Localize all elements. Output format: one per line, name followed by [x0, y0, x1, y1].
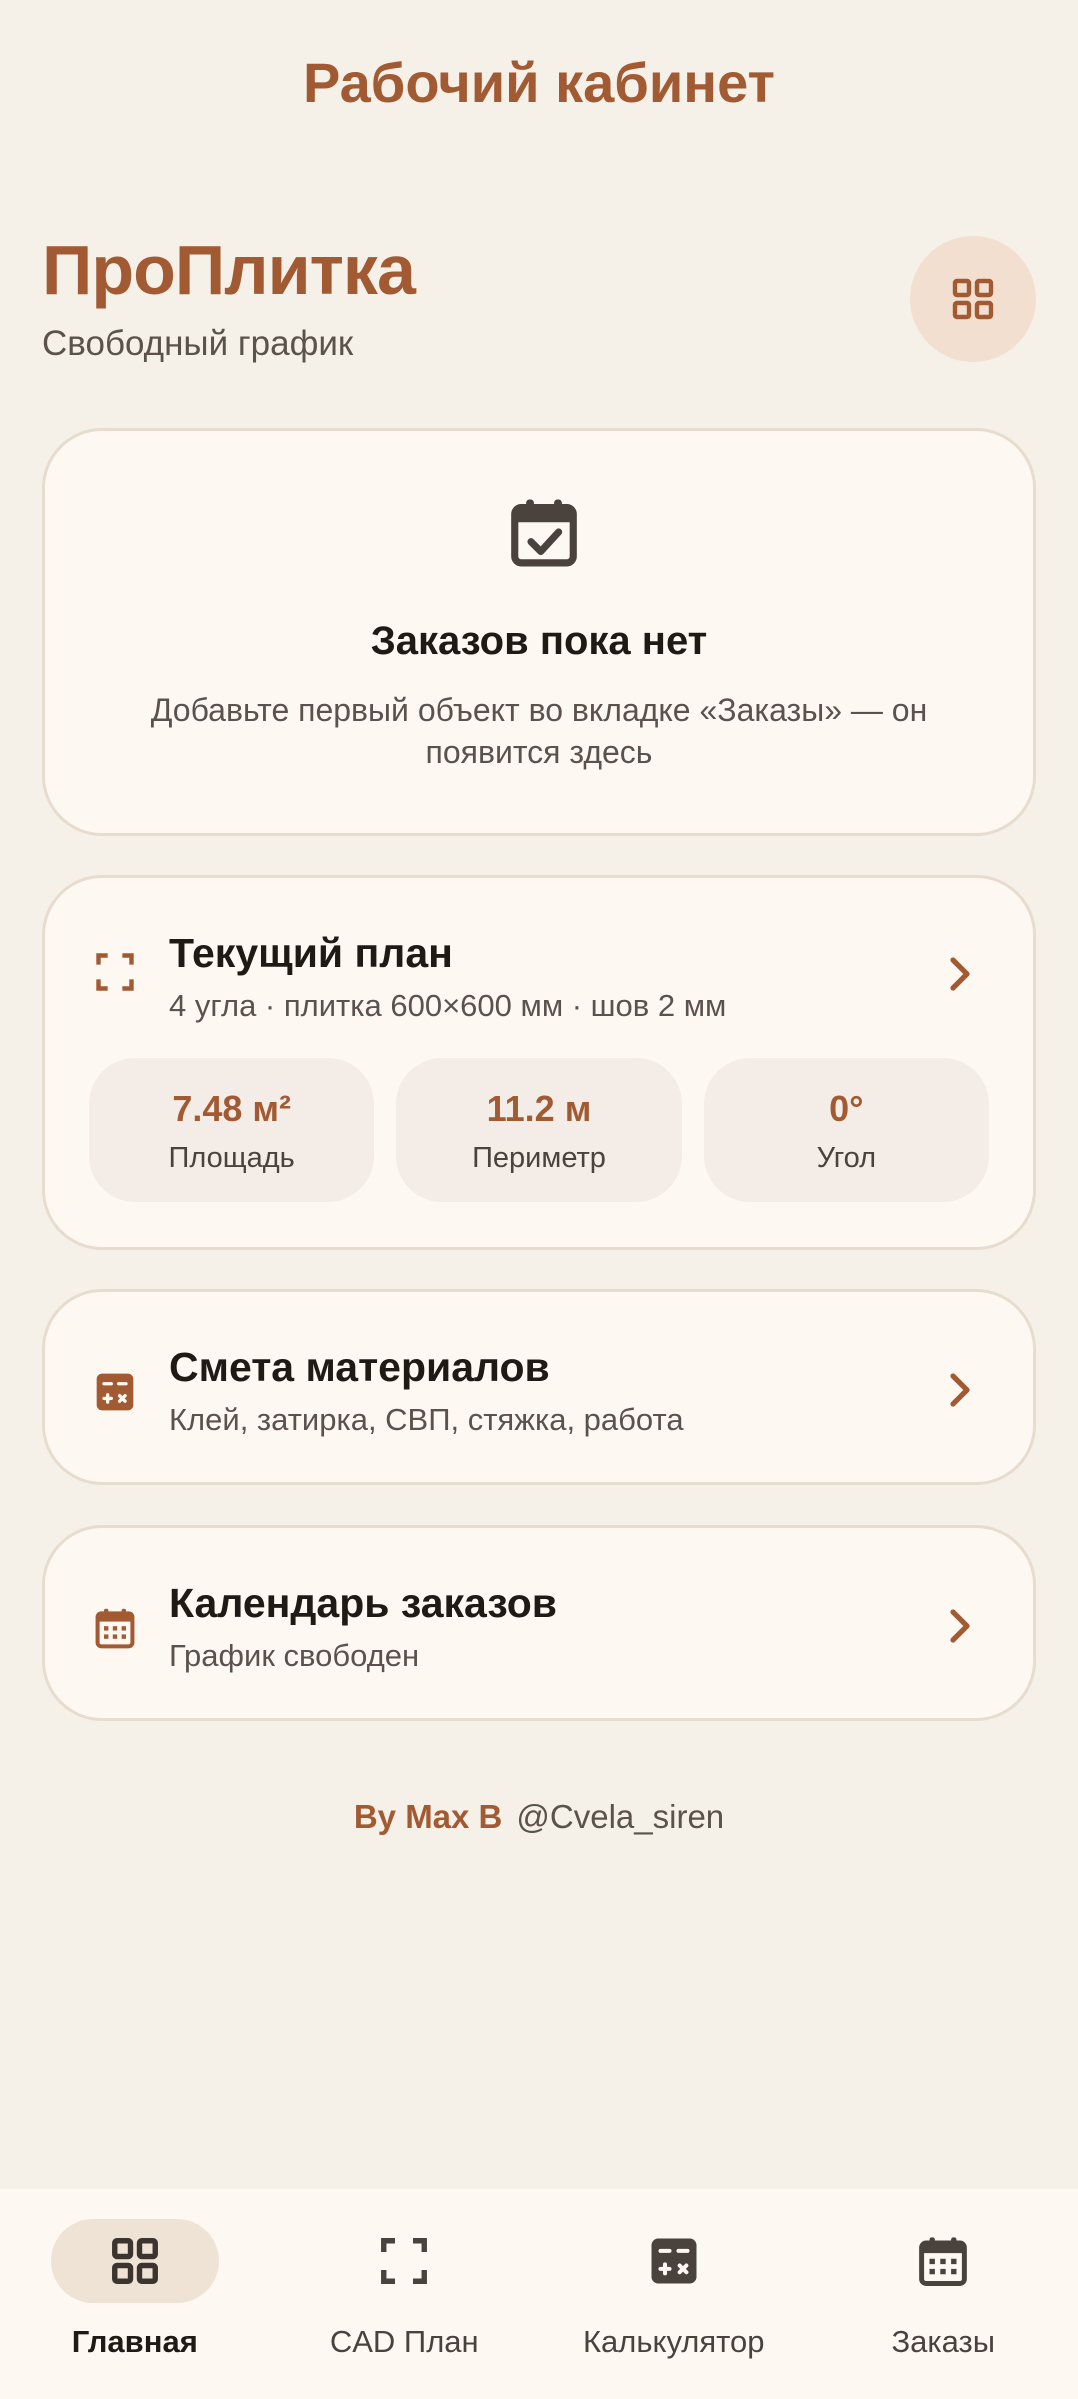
nav-item-calculator[interactable]: Калькулятор	[539, 2189, 809, 2399]
frame-corners-icon	[96, 953, 134, 991]
stat-value: 7.48 м²	[172, 1088, 291, 1129]
grid-menu-button[interactable]	[910, 236, 1036, 362]
calendar-subtitle: График свободен	[169, 1638, 420, 1673]
nav-item-home[interactable]: Главная	[0, 2189, 270, 2399]
stat-value: 0°	[829, 1088, 864, 1129]
nav-label: Заказы	[891, 2324, 996, 2359]
grid-icon	[111, 2238, 158, 2284]
nav-label: Главная	[71, 2324, 198, 2359]
orders-calendar-card[interactable]: Календарь заказов График свободен	[42, 1525, 1036, 1721]
nav-label: CAD План	[329, 2324, 479, 2359]
nav-pill	[320, 2219, 488, 2303]
stat-perimeter: 11.2 м Периметр	[396, 1058, 682, 1202]
current-plan-title: Текущий план	[169, 930, 453, 976]
stat-label: Площадь	[168, 1142, 295, 1174]
stat-label: Периметр	[472, 1142, 606, 1174]
brand-block: ПроПлитка Свободный график	[42, 230, 416, 364]
orders-empty-card: Заказов пока нет Добавьте первый объект …	[42, 428, 1036, 836]
current-plan-header[interactable]: Текущий план 4 угла · плитка 600×600 мм …	[45, 878, 1033, 1023]
nav-pill	[859, 2219, 1027, 2303]
stat-area: 7.48 м² Площадь	[89, 1058, 375, 1202]
chevron-right-icon	[950, 1373, 970, 1407]
calendar-title: Календарь заказов	[169, 1580, 557, 1626]
estimate-title: Смета материалов	[169, 1344, 550, 1390]
page-title: Рабочий кабинет	[303, 51, 775, 114]
empty-description: Добавьте первый объект во вкладке «Заказ…	[150, 692, 928, 770]
grid-icon	[952, 278, 994, 320]
stat-angle: 0° Угол	[703, 1058, 989, 1202]
home-screen: Рабочий кабинет ПроПлитка Свободный граф…	[0, 0, 1078, 2399]
calendar-icon	[919, 2237, 968, 2286]
calendar-check-icon	[511, 499, 577, 567]
chevron-right-icon	[950, 1609, 970, 1643]
current-plan-card[interactable]: Текущий план 4 угла · плитка 600×600 мм …	[42, 875, 1036, 1250]
bottom-navigation: Главная CAD План Калькулятор Заказы	[0, 2189, 1078, 2399]
calculator-icon	[96, 1373, 134, 1411]
stat-label: Угол	[816, 1142, 877, 1174]
brand-subtitle: Свободный график	[42, 324, 354, 363]
nav-label: Калькулятор	[583, 2324, 765, 2359]
author-handle[interactable]: @Cvela_siren	[516, 1798, 724, 1835]
calendar-icon	[95, 1608, 135, 1649]
plan-stats: 7.48 м² Площадь 11.2 м Периметр 0° Угол	[89, 1058, 989, 1202]
estimate-subtitle: Клей, затирка, СВП, стяжка, работа	[169, 1402, 684, 1437]
author-credit: By Max B @Cvela_siren	[0, 1798, 1078, 1836]
stat-value: 11.2 м	[486, 1088, 592, 1129]
materials-estimate-card[interactable]: Смета материалов Клей, затирка, СВП, стя…	[42, 1289, 1036, 1485]
author-name: By Max B	[353, 1798, 503, 1835]
brand-name: ПроПлитка	[42, 231, 416, 309]
nav-pill	[590, 2219, 758, 2303]
nav-pill	[50, 2219, 219, 2303]
chevron-right-icon	[950, 957, 970, 991]
nav-item-orders[interactable]: Заказы	[809, 2189, 1078, 2399]
nav-item-cad-plan[interactable]: CAD План	[270, 2189, 540, 2399]
calculator-icon	[651, 2238, 697, 2284]
frame-corners-icon	[381, 2238, 428, 2284]
empty-title: Заказов пока нет	[370, 619, 708, 663]
current-plan-subtitle: 4 угла · плитка 600×600 мм · шов 2 мм	[169, 988, 727, 1023]
